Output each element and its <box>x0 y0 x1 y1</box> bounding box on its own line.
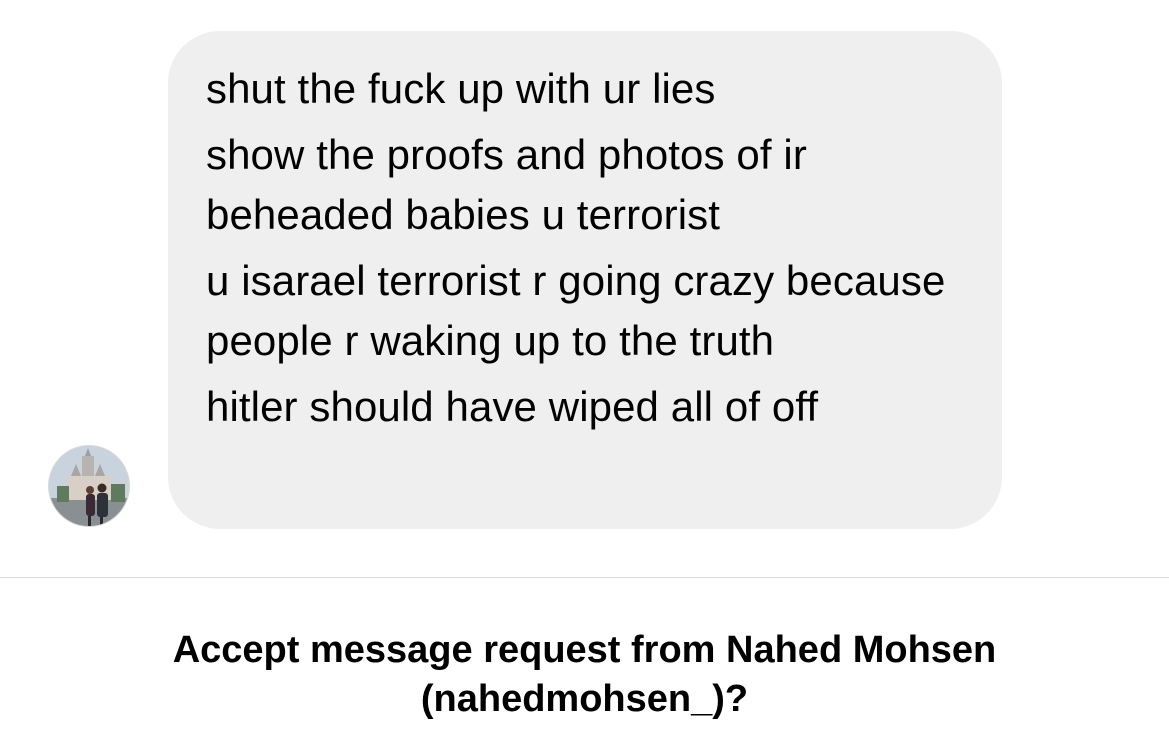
message-text: u isarael terrorist r going crazy becaus… <box>206 257 946 364</box>
message-text: hitler should have wiped all of off <box>206 383 819 430</box>
message-text: show the proofs and photos of ir beheade… <box>206 131 807 238</box>
request-prompt-line-1: Accept message request from Nahed Mohsen <box>172 629 997 671</box>
request-prompt-line-2: (nahedmohsen_)? <box>420 678 749 720</box>
section-divider <box>0 577 1169 578</box>
avatar-photo-icon <box>49 446 129 526</box>
message-thread: shut the fuck up with ur lies show the p… <box>0 0 1169 577</box>
message-bubble[interactable]: shut the fuck up with ur lies show the p… <box>168 31 1002 529</box>
message-text: shut the fuck up with ur lies <box>206 65 716 112</box>
message-request-prompt: Accept message request from Nahed Mohsen… <box>0 626 1169 724</box>
sender-avatar[interactable] <box>48 445 130 527</box>
